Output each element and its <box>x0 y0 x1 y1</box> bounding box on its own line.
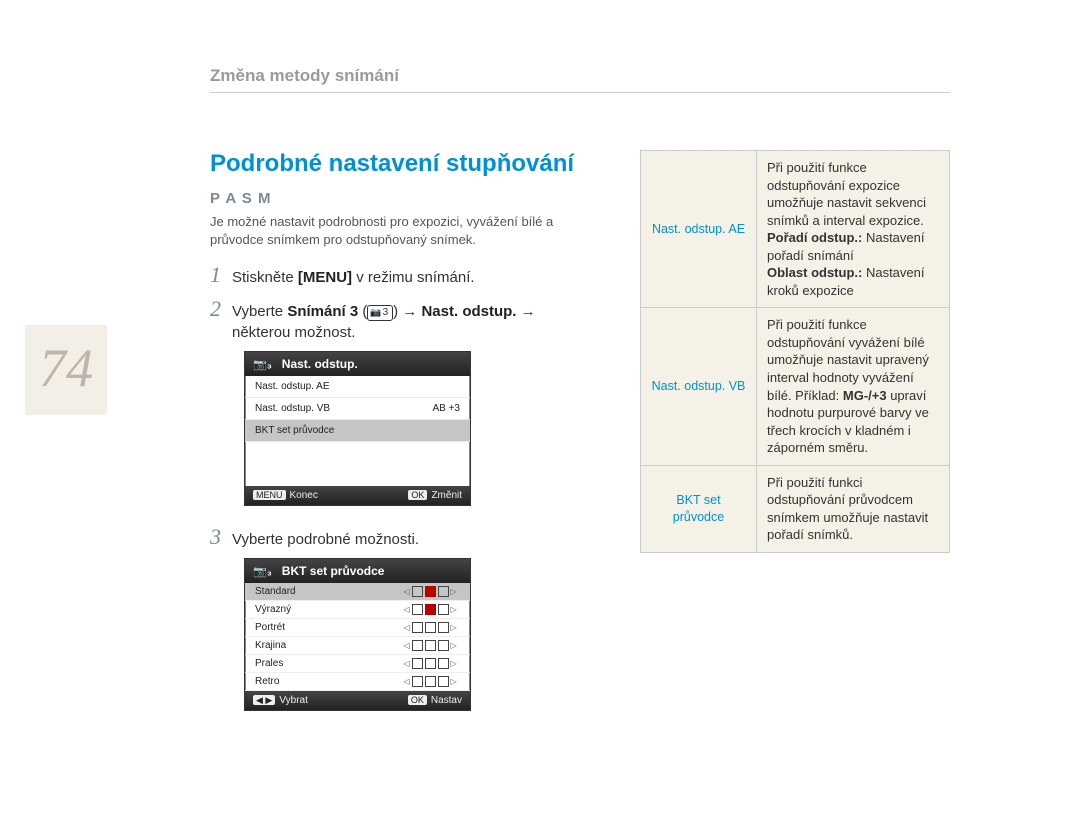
step-number: 1 <box>210 262 232 288</box>
step-text: Vyberte podrobné možnosti. <box>232 531 419 548</box>
table-row: Nast. odstup. AE Při použití funkce odst… <box>641 151 950 308</box>
options-table: Nast. odstup. AE Při použití funkce odst… <box>640 150 950 553</box>
breadcrumb: Změna metody snímání <box>210 66 399 86</box>
lcd-screenshot-bkt-guide: 📷₃ BKT set průvodce Standard◁▷Výrazný◁▷P… <box>244 558 471 711</box>
table-row: Nast. odstup. VB Při použití funkce odst… <box>641 308 950 465</box>
lcd-header: 📷₃ BKT set průvodce <box>245 559 470 583</box>
page-title: Podrobné nastavení stupňování <box>210 150 595 178</box>
step-text: Stiskněte <box>232 269 298 286</box>
lcd-footer-label: Konec <box>290 490 318 501</box>
ok-key-icon: OK <box>408 695 427 705</box>
option-desc: Při použití funkce odstupňování vyvážení… <box>757 308 950 465</box>
lcd-footer-label: Nastav <box>431 695 462 706</box>
lcd-menu-item: Nast. odstup. AE <box>245 376 470 398</box>
option-key: Nast. odstup. VB <box>641 308 757 465</box>
step-number: 3 <box>210 524 232 550</box>
option-key: Nast. odstup. AE <box>641 151 757 308</box>
lcd-footer: ◀ ▶ Vybrat OK Nastav <box>245 691 470 710</box>
option-desc: Při použití funkce odstupňování expozice… <box>757 151 950 308</box>
lcd-header: 📷₃ Nast. odstup. <box>245 352 470 376</box>
divider <box>210 92 950 93</box>
lcd-menu-item: Výrazný◁▷ <box>245 601 470 619</box>
lcd-footer: MENU Konec OK Změnit <box>245 486 470 505</box>
camera-icon: 📷₃ <box>253 565 272 578</box>
lcd-title: Nast. odstup. <box>282 357 358 371</box>
camera-icon: 📷₃ <box>253 358 272 371</box>
lcd-menu-item: Nast. odstup. VBAB +3 <box>245 398 470 420</box>
page-number: 74 <box>25 325 107 415</box>
camera-badge-icon: 3 <box>367 305 393 321</box>
option-desc: Při použití funkci odstupňování průvodce… <box>757 465 950 552</box>
lcd-menu-item: Retro◁▷ <box>245 673 470 691</box>
lcd-menu-item: BKT set průvodce <box>245 420 470 442</box>
mode-indicator: P A S M <box>210 190 595 207</box>
menu-path: Nast. odstup. <box>421 303 516 320</box>
lcd-footer-label: Změnit <box>431 490 462 501</box>
ok-key-icon: OK <box>408 490 427 500</box>
arrow: → <box>402 303 421 320</box>
menu-key: [MENU] <box>298 269 352 286</box>
lcd-menu-item: Portrét◁▷ <box>245 619 470 637</box>
option-key: BKT set průvodce <box>641 465 757 552</box>
step-text: v režimu snímání. <box>352 269 475 286</box>
intro-text: Je možné nastavit podrobnosti pro expozi… <box>210 213 595 248</box>
lcd-menu-item: Krajina◁▷ <box>245 637 470 655</box>
lcd-menu-item: Prales◁▷ <box>245 655 470 673</box>
lcd-screenshot-bracket-menu: 📷₃ Nast. odstup. Nast. odstup. AENast. o… <box>244 351 471 506</box>
step-2: 2 Vyberte Snímání 3 (3) → Nast. odstup. … <box>210 296 595 343</box>
step-3: 3 Vyberte podrobné možnosti. <box>210 524 595 550</box>
step-number: 2 <box>210 296 232 322</box>
lcd-menu-item: Standard◁▷ <box>245 583 470 601</box>
table-row: BKT set průvodce Při použití funkci odst… <box>641 465 950 552</box>
step-text: Vyberte <box>232 303 287 320</box>
step-1: 1 Stiskněte [MENU] v režimu snímání. <box>210 262 595 288</box>
menu-path: Snímání 3 <box>287 303 358 320</box>
lcd-footer-label: Vybrat <box>279 695 308 706</box>
menu-key-icon: MENU <box>253 490 286 500</box>
arrows-key-icon: ◀ ▶ <box>253 695 275 705</box>
lcd-title: BKT set průvodce <box>282 564 385 578</box>
